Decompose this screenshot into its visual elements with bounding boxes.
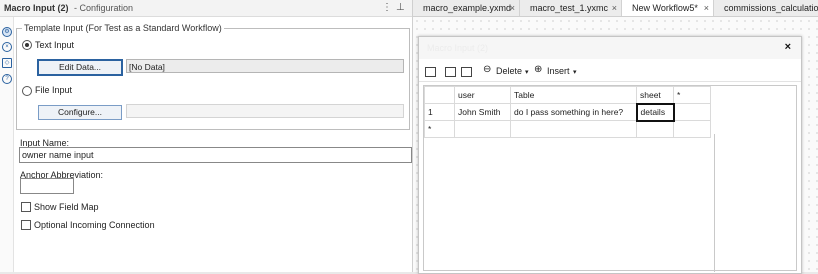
configuration-panel: Macro Input (2) - Configuration ⋮ ⊥ ⚙ × …	[0, 0, 413, 272]
tab-macro-example[interactable]: macro_example.yxmd ×	[413, 0, 520, 16]
data-grid: user Table sheet * 1 John Smith do I pas…	[423, 85, 797, 272]
table-row-new: *	[424, 120, 711, 138]
gear-icon[interactable]: ⚙	[2, 27, 12, 37]
data-table: user Table sheet * 1 John Smith do I pas…	[424, 86, 711, 138]
table-row: 1 John Smith do I pass something in here…	[424, 102, 711, 122]
edit-data-button[interactable]: Edit Data...	[37, 59, 123, 76]
tab-macro-test[interactable]: macro_test_1.yxmc ×	[520, 0, 622, 16]
table-cell[interactable]: do I pass something in here?	[510, 103, 637, 121]
chevron-down-icon[interactable]: ▾	[573, 68, 577, 76]
tab-label: macro_example.yxmd	[423, 3, 512, 13]
row-number: *	[424, 120, 455, 138]
show-field-map-label: Show Field Map	[34, 202, 99, 212]
anchor-abbreviation-field[interactable]	[20, 178, 74, 194]
table-cell[interactable]	[673, 103, 711, 121]
table-cell[interactable]	[510, 120, 637, 138]
close-icon[interactable]: ×	[785, 41, 791, 53]
template-input-label: Template Input (For Test as a Standard W…	[22, 23, 224, 33]
row-number: 1	[424, 103, 455, 121]
tab-label: commissions_calculation	[724, 3, 818, 13]
dialog-toolbar: ⊖ Delete ▾ ⊕ Insert ▾	[419, 63, 801, 82]
tag-icon[interactable]: ◇	[2, 58, 12, 68]
column-header-user[interactable]: user	[454, 86, 511, 104]
dialog-titlebar[interactable]: Macro Input (2) ×	[419, 37, 801, 59]
dialog-title: Macro Input (2)	[427, 43, 489, 53]
row-number-header	[424, 86, 455, 104]
table-cell[interactable]	[454, 120, 511, 138]
delete-icon[interactable]: ⊖	[483, 64, 491, 75]
input-name-field[interactable]: owner name input	[19, 147, 412, 163]
delete-button[interactable]: Delete	[496, 66, 522, 76]
tab-new-workflow[interactable]: New Workflow5* ×	[622, 0, 714, 16]
show-field-map-checkbox[interactable]	[21, 202, 31, 212]
table-cell[interactable]: John Smith	[454, 103, 511, 121]
close-icon[interactable]: ×	[510, 0, 515, 16]
file-input-radio[interactable]	[22, 86, 32, 96]
pin-icon[interactable]: ⊥	[396, 2, 405, 13]
configure-button[interactable]: Configure...	[38, 105, 122, 120]
column-header-table[interactable]: Table	[510, 86, 637, 104]
open-folder-icon[interactable]	[425, 67, 436, 77]
tab-label: macro_test_1.yxmc	[530, 3, 609, 13]
panel-subtitle: - Configuration	[74, 3, 134, 13]
copy-icon[interactable]	[445, 67, 456, 77]
file-input-label: File Input	[35, 85, 73, 95]
tab-commissions[interactable]: commissions_calculation	[714, 0, 818, 16]
workflow-tabs: macro_example.yxmd × macro_test_1.yxmc × N…	[413, 0, 818, 17]
panel-title: Macro Input (2)	[4, 3, 69, 13]
paste-icon[interactable]	[461, 67, 472, 77]
close-icon[interactable]: ×	[612, 0, 617, 16]
chevron-down-icon[interactable]: ▾	[525, 68, 529, 76]
grid-empty-area	[424, 134, 715, 272]
column-header-sheet[interactable]: sheet	[636, 86, 674, 104]
file-input-value	[126, 104, 404, 118]
column-header-new[interactable]: *	[673, 86, 711, 104]
edit-data-dialog: Macro Input (2) × ⊖ Delete ▾ ⊕ Insert ▾ …	[418, 36, 802, 274]
edit-data-value: [No Data]	[126, 59, 404, 73]
optional-connection-checkbox[interactable]	[21, 220, 31, 230]
close-icon[interactable]: ×	[704, 0, 709, 16]
table-cell[interactable]	[636, 120, 674, 138]
table-cell-selected[interactable]: details	[635, 102, 675, 122]
help-icon[interactable]: ?	[2, 74, 12, 84]
panel-header: Macro Input (2) - Configuration ⋮ ⊥	[0, 0, 412, 17]
optional-connection-label: Optional Incoming Connection	[34, 220, 155, 230]
insert-icon[interactable]: ⊕	[534, 64, 542, 75]
table-cell[interactable]	[673, 120, 711, 138]
tab-label: New Workflow5*	[632, 3, 698, 13]
connection-icon[interactable]: ×	[2, 42, 12, 52]
header-row: user Table sheet *	[424, 86, 711, 104]
text-input-label: Text Input	[35, 40, 75, 50]
side-icon-strip: ⚙ × ◇ ?	[0, 17, 14, 272]
text-input-radio[interactable]	[22, 40, 32, 50]
insert-button[interactable]: Insert	[547, 66, 570, 76]
more-options-icon[interactable]: ⋮	[382, 2, 392, 13]
